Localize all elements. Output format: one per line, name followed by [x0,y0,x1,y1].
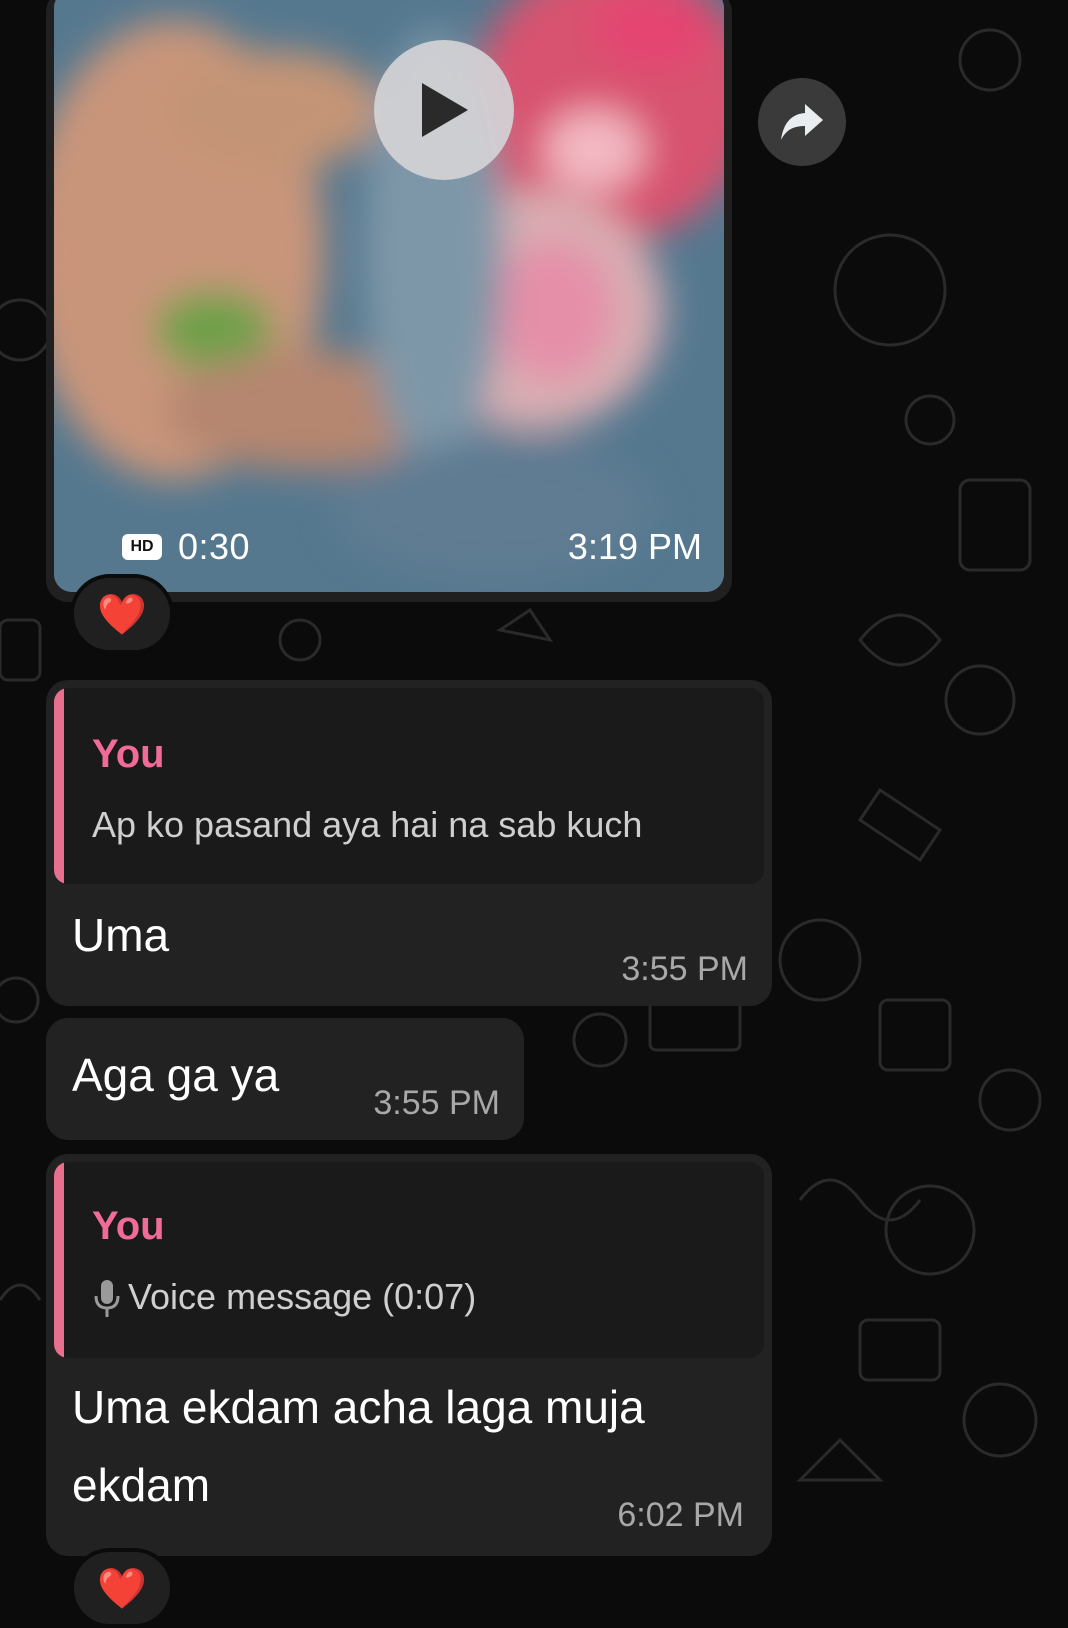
reaction-heart[interactable]: ❤️ [70,574,174,654]
microphone-icon [94,1280,120,1318]
message-timestamp: 3:19 PM [567,526,702,567]
message-text: Aga ga ya [72,1049,280,1101]
message-text-line: ekdam [72,1459,211,1511]
quoted-author: You [92,1204,165,1248]
quoted-voice-message: Voice message (0:07) [92,1276,476,1320]
message-text: Uma [72,909,170,961]
video-thumbnail[interactable] [54,0,724,592]
play-button[interactable] [374,40,514,180]
forward-button[interactable] [758,78,846,166]
reply-message-bubble[interactable]: You Ap ko pasand aya hai na sab kuch Uma… [46,680,772,1006]
hd-icon: HD [122,534,162,560]
quote-accent-bar [54,688,64,884]
message-timestamp: 3:55 PM [373,1084,500,1122]
message-bubble[interactable]: Aga ga ya 3:55 PM [46,1018,524,1140]
quote-accent-bar [54,1162,64,1358]
reply-message-bubble[interactable]: You Voice message (0:07) Uma ekdam acha … [46,1154,772,1556]
message-text-line: Uma ekdam acha laga muja [72,1381,645,1433]
reaction-heart[interactable]: ❤️ [70,1548,174,1628]
quoted-author: You [92,732,165,776]
play-icon [422,83,468,137]
video-message-bubble[interactable]: HD 0:30 3:19 PM [46,0,732,602]
forward-icon [781,104,823,140]
video-duration: 0:30 [178,526,251,567]
quoted-message[interactable]: You Ap ko pasand aya hai na sab kuch [54,688,764,884]
heart-icon: ❤️ [97,592,147,637]
message-timestamp: 6:02 PM [617,1496,744,1534]
quoted-text: Voice message (0:07) [128,1276,477,1317]
quoted-message[interactable]: You Voice message (0:07) [54,1162,764,1358]
message-timestamp: 3:55 PM [621,950,748,988]
quoted-text: Ap ko pasand aya hai na sab kuch [92,804,643,845]
heart-icon: ❤️ [97,1566,147,1611]
